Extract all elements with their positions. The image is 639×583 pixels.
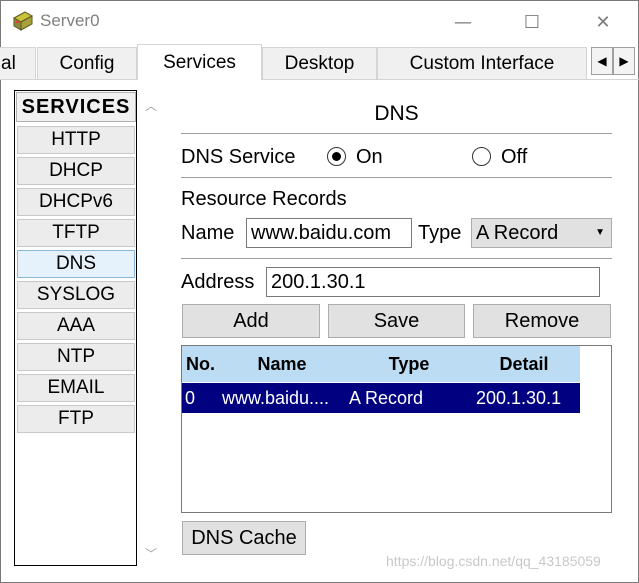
window-title: Server0	[40, 11, 100, 30]
add-button[interactable]: Add	[182, 304, 320, 338]
divider	[181, 177, 612, 178]
service-dns[interactable]: DNS	[17, 250, 135, 278]
services-heading: SERVICES	[16, 92, 136, 122]
cell-no: 0	[185, 387, 196, 408]
column-header-no[interactable]: No.	[186, 346, 214, 382]
service-http[interactable]: HTTP	[17, 126, 135, 154]
type-label: Type	[418, 222, 462, 244]
scroll-up-button[interactable]: ︿	[139, 94, 163, 116]
cell-name: www.baidu....	[222, 387, 330, 408]
minimize-icon: —	[454, 11, 472, 33]
divider	[181, 258, 612, 259]
maximize-icon: ☐	[523, 11, 541, 33]
type-select[interactable]: A Record ▼	[471, 218, 612, 248]
close-button[interactable]: ✕	[580, 6, 626, 38]
tab-scroll-left-button[interactable]: ◀	[591, 47, 613, 75]
resource-records-label: Resource Records	[181, 188, 347, 210]
arrow-left-icon: ◀	[597, 54, 607, 68]
dropdown-arrow-icon: ▼	[595, 227, 605, 238]
dns-cache-button[interactable]: DNS Cache	[182, 521, 306, 555]
watermark-text: https://blog.csdn.net/qq_43185059	[386, 553, 601, 569]
service-dhcpv6[interactable]: DHCPv6	[17, 188, 135, 216]
minimize-button[interactable]: —	[440, 6, 486, 38]
service-tftp[interactable]: TFTP	[17, 219, 135, 247]
dns-heading: DNS	[374, 102, 419, 125]
service-ntp[interactable]: NTP	[17, 343, 135, 371]
service-aaa[interactable]: AAA	[17, 312, 135, 340]
chevron-up-icon: ︿	[144, 98, 157, 113]
type-select-value: A Record	[476, 221, 559, 244]
maximize-button[interactable]: ☐	[509, 6, 555, 38]
name-input[interactable]: www.baidu.com	[246, 218, 412, 248]
dns-off-radio[interactable]	[472, 147, 491, 166]
column-header-detail[interactable]: Detail	[468, 346, 580, 382]
radio-selected-dot	[332, 152, 341, 161]
service-dhcp[interactable]: DHCP	[17, 157, 135, 185]
address-label: Address	[181, 271, 255, 293]
remove-button[interactable]: Remove	[473, 304, 611, 338]
scroll-down-button[interactable]: ﹀	[139, 542, 163, 564]
tab-physical[interactable]: al	[0, 47, 36, 79]
tab-desktop[interactable]: Desktop	[262, 47, 377, 79]
chevron-down-icon: ﹀	[144, 546, 157, 561]
column-header-type[interactable]: Type	[350, 346, 468, 382]
dns-service-label: DNS Service	[181, 146, 296, 168]
service-syslog[interactable]: SYSLOG	[17, 281, 135, 309]
cell-detail: 200.1.30.1	[476, 387, 562, 408]
tab-config[interactable]: Config	[37, 47, 137, 79]
dns-on-radio[interactable]	[327, 147, 346, 166]
arrow-right-icon: ▶	[619, 54, 629, 68]
column-header-name[interactable]: Name	[214, 346, 350, 382]
services-scrollbar[interactable]	[139, 90, 163, 566]
address-input[interactable]: 200.1.30.1	[266, 267, 600, 297]
server-icon	[12, 10, 34, 32]
dns-on-label[interactable]: On	[356, 146, 383, 169]
tab-custom-interface[interactable]: Custom Interface	[377, 47, 587, 79]
save-button[interactable]: Save	[328, 304, 465, 338]
cell-type: A Record	[349, 387, 424, 408]
tab-scroll-right-button[interactable]: ▶	[613, 47, 635, 75]
dns-off-label[interactable]: Off	[501, 146, 527, 169]
name-label: Name	[181, 222, 235, 244]
service-ftp[interactable]: FTP	[17, 405, 135, 433]
divider	[181, 133, 612, 134]
tab-divider	[0, 79, 639, 80]
close-icon: ✕	[595, 11, 611, 33]
tab-services[interactable]: Services	[137, 44, 262, 80]
service-email[interactable]: EMAIL	[17, 374, 135, 402]
